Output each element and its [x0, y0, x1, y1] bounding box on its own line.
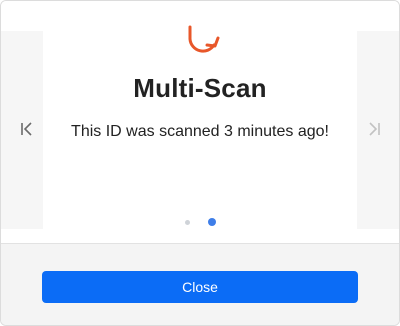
redo-arrow-icon [184, 21, 222, 61]
dialog-message: This ID was scanned 3 minutes ago! [71, 123, 329, 140]
dialog-title: Multi-Scan [133, 73, 267, 103]
pagination-dots [1, 218, 399, 226]
pagination-dot-2-active[interactable] [207, 218, 216, 226]
close-button[interactable]: Close [42, 271, 358, 303]
dialog-content: Multi-Scan This ID was scanned 3 minutes… [1, 1, 399, 243]
pagination-dot-1[interactable] [184, 219, 190, 225]
multi-scan-dialog: Multi-Scan This ID was scanned 3 minutes… [0, 0, 400, 326]
dialog-footer: Close [1, 243, 399, 325]
